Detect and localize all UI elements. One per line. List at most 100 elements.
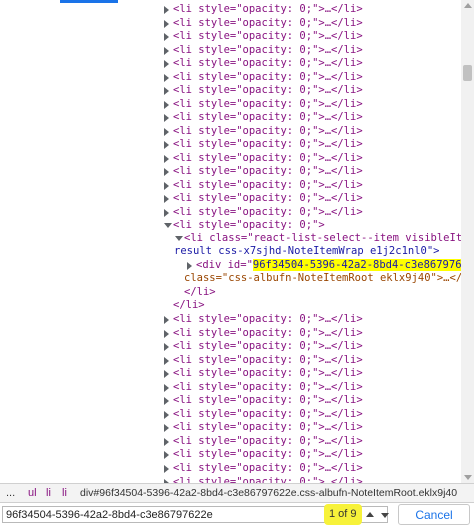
node-markup: <li style="opacity: 0;">…</li> <box>173 125 363 137</box>
dom-node-li[interactable]: <li style="opacity: 0;">…</li> <box>164 179 363 193</box>
node-markup: <li style="opacity: 0;">…</li> <box>173 44 363 56</box>
node-markup: <li style="opacity: 0;">…</li> <box>173 71 363 83</box>
expand-arrow-icon[interactable] <box>164 182 169 190</box>
match-count: 1 of 9 <box>324 504 362 525</box>
expand-arrow-icon[interactable] <box>164 20 169 28</box>
next-match-button[interactable] <box>378 507 392 523</box>
node-markup: <li style="opacity: 0;">…</li> <box>173 327 363 339</box>
node-markup: <li style="opacity: 0;">…</li> <box>173 84 363 96</box>
scrollbar-thumb[interactable] <box>463 65 472 81</box>
breadcrumb-dots[interactable]: ... <box>6 484 15 502</box>
expand-arrow-icon[interactable] <box>164 74 169 82</box>
dom-node-li[interactable]: <li style="opacity: 0;">…</li> <box>164 354 363 368</box>
node-markup: <li style="opacity: 0;">…</li> <box>173 354 363 366</box>
dom-node-li[interactable]: <li style="opacity: 0;">…</li> <box>164 313 363 327</box>
expand-arrow-icon[interactable] <box>164 87 169 95</box>
dom-node-li[interactable]: <li style="opacity: 0;">…</li> <box>164 3 363 17</box>
dom-node-li-close[interactable]: </li> <box>184 286 216 300</box>
expand-arrow-icon[interactable] <box>164 6 169 14</box>
node-markup: <li style="opacity: 0;">…</li> <box>173 57 363 69</box>
expand-arrow-icon[interactable] <box>164 438 169 446</box>
dom-node-div[interactable]: <div id="96f34504-5396-42a2-8bd4-c3e8679… <box>187 259 461 273</box>
node-markup: </li> <box>184 286 216 298</box>
scroll-down-icon[interactable] <box>464 475 472 480</box>
node-markup: <li style="opacity: 0;">…</li> <box>173 313 363 325</box>
dom-node-li[interactable]: <li style="opacity: 0;">…</li> <box>164 98 363 112</box>
collapse-arrow-icon[interactable] <box>175 236 183 241</box>
expand-arrow-icon[interactable] <box>164 357 169 365</box>
dom-node-li[interactable]: <li style="opacity: 0;">…</li> <box>164 462 363 476</box>
expand-arrow-icon[interactable] <box>164 411 169 419</box>
dom-node-li-open[interactable]: <li style="opacity: 0;"> <box>164 219 325 233</box>
previous-match-button[interactable] <box>363 507 377 523</box>
find-bar: 1 of 9 Cancel <box>0 502 474 528</box>
expand-arrow-icon[interactable] <box>164 397 169 405</box>
expand-arrow-icon[interactable] <box>164 316 169 324</box>
dom-node-li[interactable]: <li style="opacity: 0;">…</li> <box>164 165 363 179</box>
dom-node-li[interactable]: <li style="opacity: 0;">…</li> <box>164 394 363 408</box>
active-tab-indicator <box>60 0 118 3</box>
node-markup: <li style="opacity: 0;">…</li> <box>173 152 363 164</box>
dom-node-div-continued[interactable]: class="css-albufn-NoteItemRoot eklx9j40"… <box>184 272 461 286</box>
dom-node-li[interactable]: <li style="opacity: 0;">…</li> <box>164 435 363 449</box>
dom-node-li-close[interactable]: </li> <box>173 299 205 313</box>
dom-node-li[interactable]: <li style="opacity: 0;">…</li> <box>164 44 363 58</box>
dom-node-li[interactable]: <li style="opacity: 0;">…</li> <box>164 408 363 422</box>
dom-node-li-selected-continued[interactable]: result css-x7sjhd-NoteItemWrap e1j2c1nl0… <box>174 245 440 259</box>
cancel-button[interactable]: Cancel <box>398 504 470 525</box>
dom-node-li[interactable]: <li style="opacity: 0;">…</li> <box>164 152 363 166</box>
dom-node-li[interactable]: <li style="opacity: 0;">…</li> <box>164 206 363 220</box>
dom-node-li[interactable]: <li style="opacity: 0;">…</li> <box>164 30 363 44</box>
breadcrumb-item-li[interactable]: li <box>46 484 51 502</box>
dom-node-li[interactable]: <li style="opacity: 0;">…</li> <box>164 476 363 483</box>
expand-arrow-icon[interactable] <box>164 114 169 122</box>
expand-arrow-icon[interactable] <box>164 47 169 55</box>
expand-arrow-icon[interactable] <box>164 343 169 351</box>
expand-arrow-icon[interactable] <box>164 101 169 109</box>
expand-arrow-icon[interactable] <box>164 424 169 432</box>
dom-node-li[interactable]: <li style="opacity: 0;">…</li> <box>164 71 363 85</box>
expand-arrow-icon[interactable] <box>164 155 169 163</box>
breadcrumb-item-ul[interactable]: ul <box>28 484 37 502</box>
dom-node-li-selected[interactable]: <li class="react-list-select--item visib… <box>175 232 461 246</box>
node-markup: <li style="opacity: 0;">…</li> <box>173 165 363 177</box>
node-markup: <li style="opacity: 0;">…</li> <box>173 98 363 110</box>
expand-arrow-icon[interactable] <box>164 195 169 203</box>
dom-node-li[interactable]: <li style="opacity: 0;">…</li> <box>164 340 363 354</box>
expand-arrow-icon[interactable] <box>164 384 169 392</box>
collapse-arrow-icon[interactable] <box>164 223 172 228</box>
dom-node-li[interactable]: <li style="opacity: 0;">…</li> <box>164 57 363 71</box>
expand-arrow-icon[interactable] <box>164 330 169 338</box>
dom-node-li[interactable]: <li style="opacity: 0;">…</li> <box>164 381 363 395</box>
dom-node-li[interactable]: <li style="opacity: 0;">…</li> <box>164 111 363 125</box>
dom-node-li[interactable]: <li style="opacity: 0;">…</li> <box>164 448 363 462</box>
node-markup: <li style="opacity: 0;">…</li> <box>173 3 363 15</box>
expand-arrow-icon[interactable] <box>164 465 169 473</box>
vertical-scrollbar[interactable] <box>461 0 474 483</box>
expand-arrow-icon[interactable] <box>187 262 192 270</box>
expand-arrow-icon[interactable] <box>164 33 169 41</box>
dom-node-li[interactable]: <li style="opacity: 0;">…</li> <box>164 125 363 139</box>
dom-node-li[interactable]: <li style="opacity: 0;">…</li> <box>164 367 363 381</box>
dom-node-li[interactable]: <li style="opacity: 0;">…</li> <box>164 17 363 31</box>
expand-arrow-icon[interactable] <box>164 370 169 378</box>
node-markup: <li style="opacity: 0;"> <box>173 219 325 231</box>
dom-node-li[interactable]: <li style="opacity: 0;">…</li> <box>164 138 363 152</box>
dom-node-li[interactable]: <li style="opacity: 0;">…</li> <box>164 421 363 435</box>
expand-arrow-icon[interactable] <box>164 141 169 149</box>
breadcrumb-selected[interactable]: div#96f34504-5396-42a2-8bd4-c3e86797622e… <box>80 484 457 502</box>
breadcrumb-item-li[interactable]: li <box>62 484 67 502</box>
node-markup: <li style="opacity: 0;">…</li> <box>173 206 363 218</box>
dom-node-li[interactable]: <li style="opacity: 0;">…</li> <box>164 327 363 341</box>
expand-arrow-icon[interactable] <box>164 451 169 459</box>
node-markup: <li style="opacity: 0;">…</li> <box>173 179 363 191</box>
dom-node-li[interactable]: <li style="opacity: 0;">…</li> <box>164 192 363 206</box>
node-markup: <li style="opacity: 0;">…</li> <box>173 17 363 29</box>
dom-node-li[interactable]: <li style="opacity: 0;">…</li> <box>164 84 363 98</box>
expand-arrow-icon[interactable] <box>164 168 169 176</box>
elements-tree[interactable]: <li style="opacity: 0;">…</li> <li style=… <box>0 0 461 483</box>
expand-arrow-icon[interactable] <box>164 209 169 217</box>
expand-arrow-icon[interactable] <box>164 60 169 68</box>
expand-arrow-icon[interactable] <box>164 128 169 136</box>
scroll-up-icon[interactable] <box>464 3 472 8</box>
